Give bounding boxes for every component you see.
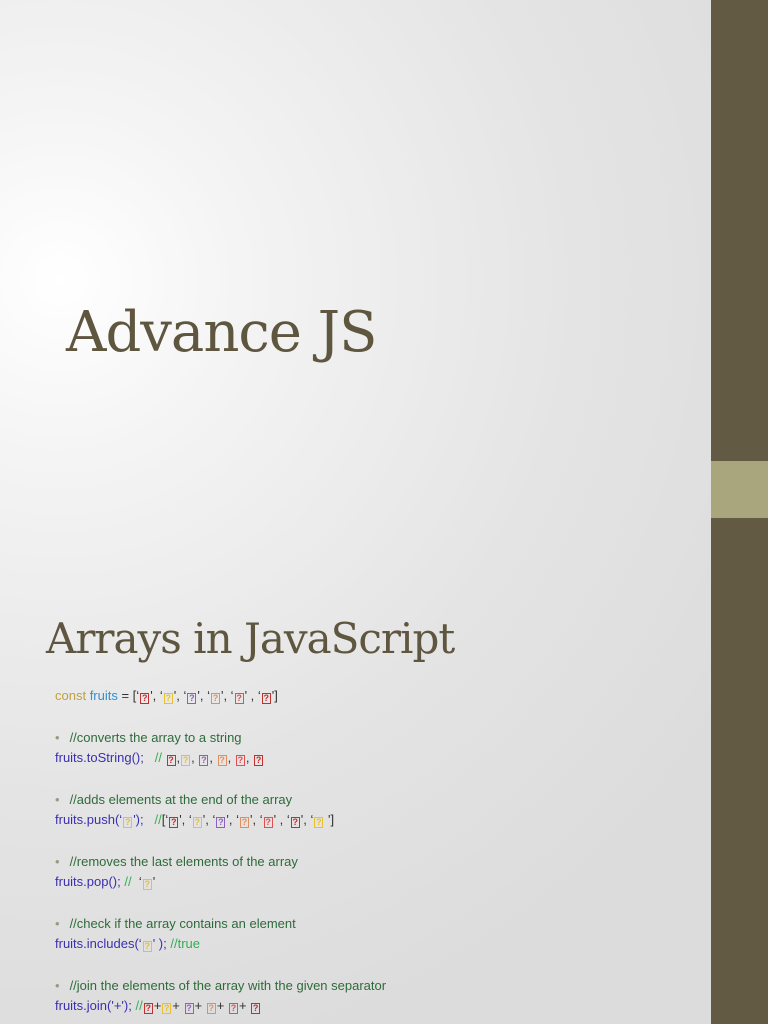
code-segment: fruits.toString(); bbox=[55, 750, 155, 765]
fruit-emoji-placeholder-icon: ? bbox=[187, 693, 197, 704]
code-line: fruits.pop(); // ‘? ' bbox=[55, 872, 386, 893]
fruit-emoji-placeholder-icon: ? bbox=[234, 693, 244, 704]
fruit-emoji-placeholder-icon: ? bbox=[166, 755, 176, 766]
code-segment: '); bbox=[133, 812, 155, 827]
fruit-emoji-placeholder-icon: ? bbox=[142, 941, 152, 952]
bullet-icon: • bbox=[55, 791, 60, 807]
slide-title: Advance JS bbox=[66, 300, 377, 365]
code-segment: ', ‘ bbox=[220, 688, 234, 703]
fruit-emoji-placeholder-icon: ? bbox=[123, 817, 133, 828]
code-segment: = [‘ bbox=[117, 688, 140, 703]
code-segment: ', ‘ bbox=[150, 688, 163, 703]
fruit-emoji-placeholder-icon: ? bbox=[217, 755, 227, 766]
fruit-emoji-placeholder-icon: ? bbox=[239, 817, 249, 828]
code-segment: ' , ‘ bbox=[273, 812, 290, 827]
code-segment: ', ‘ bbox=[249, 812, 263, 827]
code-segment: [‘ bbox=[161, 812, 169, 827]
code-segment: //adds elements at the end of the array bbox=[69, 791, 293, 807]
code-segment: '] bbox=[324, 812, 335, 827]
fruit-emoji-placeholder-icon: ? bbox=[181, 755, 191, 766]
code-segment: + bbox=[216, 998, 228, 1013]
fruit-emoji-placeholder-icon: ? bbox=[261, 693, 271, 704]
code-line: fruits.toString(); // ?,?, ?, ?, ?, ? bbox=[55, 748, 386, 769]
code-segment: ' bbox=[152, 874, 156, 889]
code-segment: ', ‘ bbox=[300, 812, 314, 827]
fruit-emoji-placeholder-icon: ? bbox=[216, 817, 226, 828]
code-segment: //check if the array contains an element bbox=[69, 915, 296, 931]
fruit-emoji-placeholder-icon: ? bbox=[169, 817, 179, 828]
code-content: const fruits = [‘? ', ‘? ', ‘? ', ‘? ', ‘? ' … bbox=[55, 686, 386, 1017]
bullet-icon: • bbox=[55, 853, 60, 869]
code-segment: , bbox=[191, 750, 199, 765]
fruit-emoji-placeholder-icon: ? bbox=[140, 693, 150, 704]
code-segment: ', ‘ bbox=[179, 812, 192, 827]
code-segment: + bbox=[172, 998, 184, 1013]
code-segment: // bbox=[154, 812, 162, 827]
code-segment: //removes the last elements of the array bbox=[69, 853, 298, 869]
code-segment: //join the elements of the array with th… bbox=[69, 977, 387, 993]
bullet-comment-line: • //removes the last elements of the arra… bbox=[55, 852, 386, 873]
code-segment: '] bbox=[271, 688, 278, 703]
fruit-emoji-placeholder-icon: ? bbox=[235, 755, 245, 766]
fruit-emoji-placeholder-icon: ? bbox=[254, 755, 264, 766]
code-segment: + bbox=[153, 998, 162, 1013]
code-segment: ' ); bbox=[152, 936, 171, 951]
bullet-icon: • bbox=[55, 915, 60, 931]
fruit-emoji-placeholder-icon: ? bbox=[184, 1003, 194, 1014]
code-segment: // bbox=[124, 874, 139, 889]
fruit-emoji-placeholder-icon: ? bbox=[162, 1003, 172, 1014]
fruit-emoji-placeholder-icon: ? bbox=[314, 817, 324, 828]
fruit-emoji-placeholder-icon: ? bbox=[210, 693, 220, 704]
fruit-emoji-placeholder-icon: ? bbox=[142, 879, 152, 890]
code-segment: ', ‘ bbox=[197, 688, 210, 703]
fruit-emoji-placeholder-icon: ? bbox=[290, 817, 300, 828]
bullet-comment-line: • //join the elements of the array with t… bbox=[55, 976, 386, 997]
code-segment: ' , ‘ bbox=[244, 688, 261, 703]
bullet-icon: • bbox=[55, 729, 60, 745]
code-segment: ', ‘ bbox=[202, 812, 216, 827]
code-line: fruits.includes(‘? ' ); //true bbox=[55, 934, 386, 955]
fruit-emoji-placeholder-icon: ? bbox=[199, 755, 209, 766]
code-segment: const bbox=[55, 688, 90, 703]
code-line: fruits.push(‘? '); //[‘? ', ‘? ', ‘? ', ‘? ',… bbox=[55, 810, 386, 831]
code-segment: , bbox=[227, 750, 235, 765]
fruit-emoji-placeholder-icon: ? bbox=[192, 817, 202, 828]
bullet-icon: • bbox=[55, 977, 60, 993]
code-segment: , bbox=[209, 750, 217, 765]
code-segment: fruits.push(‘ bbox=[55, 812, 123, 827]
code-segment: ', ‘ bbox=[226, 812, 239, 827]
code-segment: //true bbox=[170, 936, 200, 951]
fruit-emoji-placeholder-icon: ? bbox=[251, 1003, 261, 1014]
bullet-comment-line: • //adds elements at the end of the array bbox=[55, 790, 386, 811]
code-segment: ‘ bbox=[138, 874, 142, 889]
code-segment: + bbox=[194, 998, 206, 1013]
code-segment: fruits bbox=[89, 688, 118, 703]
fruit-emoji-placeholder-icon: ? bbox=[143, 1003, 153, 1014]
code-line: fruits.join('+'); //? +? + ? + ? + ? + ? bbox=[55, 996, 386, 1017]
code-segment: fruits.pop(); bbox=[55, 874, 125, 889]
code-segment: , bbox=[245, 750, 254, 765]
code-segment: fruits.join('+'); bbox=[55, 998, 136, 1013]
fruit-emoji-placeholder-icon: ? bbox=[263, 817, 273, 828]
decorative-accent-block bbox=[711, 461, 768, 518]
section-heading: Arrays in JavaScript bbox=[46, 614, 455, 663]
code-segment: , bbox=[176, 750, 181, 765]
fruit-emoji-placeholder-icon: ? bbox=[206, 1003, 216, 1014]
code-segment: // bbox=[135, 998, 143, 1013]
fruit-emoji-placeholder-icon: ? bbox=[228, 1003, 238, 1014]
code-line: const fruits = [‘? ', ‘? ', ‘? ', ‘? ', ‘? ' … bbox=[55, 686, 386, 707]
code-segment: fruits.includes(‘ bbox=[55, 936, 142, 951]
bullet-comment-line: • //converts the array to a string bbox=[55, 728, 386, 749]
code-segment: + bbox=[238, 998, 251, 1013]
bullet-comment-line: • //check if the array contains an elemen… bbox=[55, 914, 386, 935]
code-segment: ', ‘ bbox=[173, 688, 187, 703]
fruit-emoji-placeholder-icon: ? bbox=[163, 693, 173, 704]
code-segment: // bbox=[154, 750, 166, 765]
code-segment: //converts the array to a string bbox=[69, 729, 242, 745]
